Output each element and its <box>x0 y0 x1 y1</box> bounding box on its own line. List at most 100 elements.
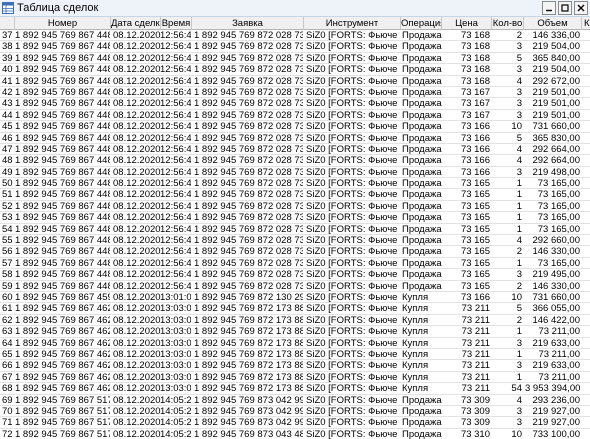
price-cell: 73 166 <box>460 143 490 155</box>
volume-cell: 733 100,00 <box>532 428 580 439</box>
quantity-cell: 2 <box>516 280 522 292</box>
trade-date-cell: 08.12.2020 <box>113 109 161 121</box>
column-header-volume[interactable]: Объем <box>524 17 582 30</box>
row-index: 66 <box>2 360 13 372</box>
table-row[interactable]: 651 892 945 769 867 462 76308.12.202013:… <box>0 349 590 361</box>
table-row[interactable]: 571 892 945 769 867 448 20608.12.202012:… <box>0 258 590 270</box>
table-row[interactable]: 441 892 945 769 867 448 19308.12.202012:… <box>0 109 590 122</box>
trade-date-cell: 08.12.2020 <box>113 291 161 303</box>
column-header-instrument[interactable]: Инструмент <box>304 17 401 30</box>
table-row[interactable]: 431 892 945 769 867 448 19208.12.202012:… <box>0 98 590 110</box>
table-row[interactable]: 691 892 945 769 867 517 61408.12.202014:… <box>0 395 590 406</box>
minimize-button[interactable] <box>542 1 556 15</box>
order-number-cell: 1 892 945 769 872 028 735 <box>194 75 303 87</box>
table-row[interactable]: 461 892 945 769 867 448 19508.12.202012:… <box>0 133 590 144</box>
table-row[interactable]: 591 892 945 769 867 448 20808.12.202012:… <box>0 281 590 292</box>
column-header-date[interactable]: Дата сделки <box>111 17 161 30</box>
volume-cell: 292 664,00 <box>532 155 580 167</box>
column-header-commission[interactable]: Ко <box>582 17 590 30</box>
order-number-cell: 1 892 945 769 872 173 885 <box>194 360 303 372</box>
column-header-time[interactable]: Время <box>161 17 192 30</box>
volume-cell: 146 330,00 <box>532 280 580 292</box>
trade-date-cell: 08.12.2020 <box>113 41 161 53</box>
operation-cell: Купля <box>402 303 429 315</box>
table-row[interactable]: 401 892 945 769 867 448 18908.12.202012:… <box>0 64 590 76</box>
column-header-quantity[interactable]: Кол-во <box>492 17 524 30</box>
trade-date-cell: 08.12.2020 <box>113 405 161 417</box>
trade-time-cell: 12:56:42 <box>160 64 191 76</box>
operation-cell: Купля <box>402 314 429 326</box>
table-row[interactable]: 681 892 945 769 867 462 77208.12.202013:… <box>0 383 590 395</box>
instrument-cell: SiZ0 [FORTS: Фьючерсы] <box>306 52 398 64</box>
table-row[interactable]: 611 892 945 769 867 462 75908.12.202013:… <box>0 303 590 315</box>
table-row[interactable]: 501 892 945 769 867 448 19908.12.202012:… <box>0 178 590 190</box>
table-icon <box>2 2 14 14</box>
trade-number-cell: 1 892 945 769 867 448 194 <box>15 121 110 133</box>
quantity-cell: 2 <box>516 246 522 258</box>
close-button[interactable] <box>574 1 588 15</box>
table-row[interactable]: 551 892 945 769 867 448 20408.12.202012:… <box>0 235 590 247</box>
table-row[interactable]: 521 892 945 769 867 448 20108.12.202012:… <box>0 200 590 213</box>
trade-date-cell: 08.12.2020 <box>113 75 161 87</box>
order-number-cell: 1 892 945 769 872 028 735 <box>194 223 303 235</box>
trades-table[interactable]: Номер Дата сделки Время Заявка Инструмен… <box>0 17 590 439</box>
table-row[interactable]: 541 892 945 769 867 448 20308.12.202012:… <box>0 223 590 236</box>
quantity-cell: 5 <box>516 303 522 315</box>
trade-date-cell: 08.12.2020 <box>113 371 161 383</box>
maximize-button[interactable] <box>558 1 572 15</box>
row-index: 54 <box>2 223 13 235</box>
quantity-cell: 3 <box>516 166 522 178</box>
column-header-row-index[interactable] <box>0 17 15 30</box>
table-row[interactable]: 381 892 945 769 867 448 18708.12.202012:… <box>0 41 590 53</box>
order-number-cell: 1 892 945 769 872 173 885 <box>194 326 303 338</box>
trade-time-cell: 12:56:42 <box>160 75 191 87</box>
operation-cell: Продажа <box>402 121 442 133</box>
table-row[interactable]: 581 892 945 769 867 448 20708.12.202012:… <box>0 269 590 281</box>
instrument-cell: SiZ0 [FORTS: Фьючерсы] <box>306 246 398 258</box>
table-row[interactable]: 661 892 945 769 867 462 76708.12.202013:… <box>0 360 590 372</box>
column-header-order[interactable]: Заявка <box>192 17 304 30</box>
quantity-cell: 10 <box>511 121 522 133</box>
table-row[interactable]: 601 892 945 769 867 459 38608.12.202013:… <box>0 291 590 304</box>
table-row[interactable]: 631 892 945 769 867 462 76108.12.202013:… <box>0 326 590 338</box>
trade-number-cell: 1 892 945 769 867 448 191 <box>15 86 110 98</box>
order-number-cell: 1 892 945 769 872 028 735 <box>194 155 303 167</box>
table-row[interactable]: 391 892 945 769 867 448 18808.12.202012:… <box>0 52 590 65</box>
trade-number-cell: 1 892 945 769 867 448 195 <box>15 132 110 144</box>
trade-number-cell: 1 892 945 769 867 462 761 <box>15 326 110 338</box>
trade-time-cell: 13:03:05 <box>160 314 191 326</box>
table-row[interactable]: 561 892 945 769 867 448 20508.12.202012:… <box>0 246 590 258</box>
trade-date-cell: 08.12.2020 <box>113 189 161 201</box>
table-row[interactable]: 671 892 945 769 867 462 76908.12.202013:… <box>0 371 590 384</box>
table-row[interactable]: 371 892 945 769 867 448 18608.12.202012:… <box>0 30 590 42</box>
column-header-operation[interactable]: Операция <box>401 17 442 30</box>
table-row[interactable]: 511 892 945 769 867 448 20008.12.202012:… <box>0 189 590 201</box>
instrument-cell: SiZ0 [FORTS: Фьючерсы] <box>306 132 398 144</box>
table-row[interactable]: 531 892 945 769 867 448 20208.12.202012:… <box>0 212 590 224</box>
table-row[interactable]: 451 892 945 769 867 448 19408.12.202012:… <box>0 121 590 133</box>
trade-number-cell: 1 892 945 769 867 448 203 <box>15 223 110 235</box>
row-index: 43 <box>2 98 13 110</box>
trade-number-cell: 1 892 945 769 867 462 772 <box>15 383 110 395</box>
table-row[interactable]: 711 892 945 769 867 517 61608.12.202014:… <box>0 417 590 429</box>
table-row[interactable]: 621 892 945 769 867 462 76008.12.202013:… <box>0 314 590 327</box>
quantity-cell: 3 <box>516 337 522 349</box>
trade-number-cell: 1 892 945 769 867 448 187 <box>15 41 110 53</box>
order-number-cell: 1 892 945 769 872 028 735 <box>194 235 303 247</box>
table-row[interactable]: 421 892 945 769 867 448 19108.12.202012:… <box>0 86 590 99</box>
instrument-cell: SiZ0 [FORTS: Фьючерсы] <box>306 223 398 235</box>
table-row[interactable]: 471 892 945 769 867 448 19608.12.202012:… <box>0 143 590 156</box>
title-bar: Таблица сделок <box>0 0 590 17</box>
trade-number-cell: 1 892 945 769 867 517 614 <box>15 394 110 406</box>
price-cell: 73 168 <box>460 75 490 87</box>
volume-cell: 219 504,00 <box>532 41 580 53</box>
table-row[interactable]: 491 892 945 769 867 448 19808.12.202012:… <box>0 166 590 179</box>
column-header-number[interactable]: Номер <box>15 17 111 30</box>
table-row[interactable]: 481 892 945 769 867 448 19708.12.202012:… <box>0 155 590 167</box>
table-row[interactable]: 721 892 945 769 867 517 61808.12.202014:… <box>0 429 590 439</box>
table-row[interactable]: 411 892 945 769 867 448 19008.12.202012:… <box>0 76 590 87</box>
table-row[interactable]: 641 892 945 769 867 462 76208.12.202013:… <box>0 338 590 349</box>
column-header-price[interactable]: Цена <box>442 17 492 30</box>
trade-number-cell: 1 892 945 769 867 448 201 <box>15 200 110 212</box>
table-row[interactable]: 701 892 945 769 867 517 61508.12.202014:… <box>0 405 590 418</box>
